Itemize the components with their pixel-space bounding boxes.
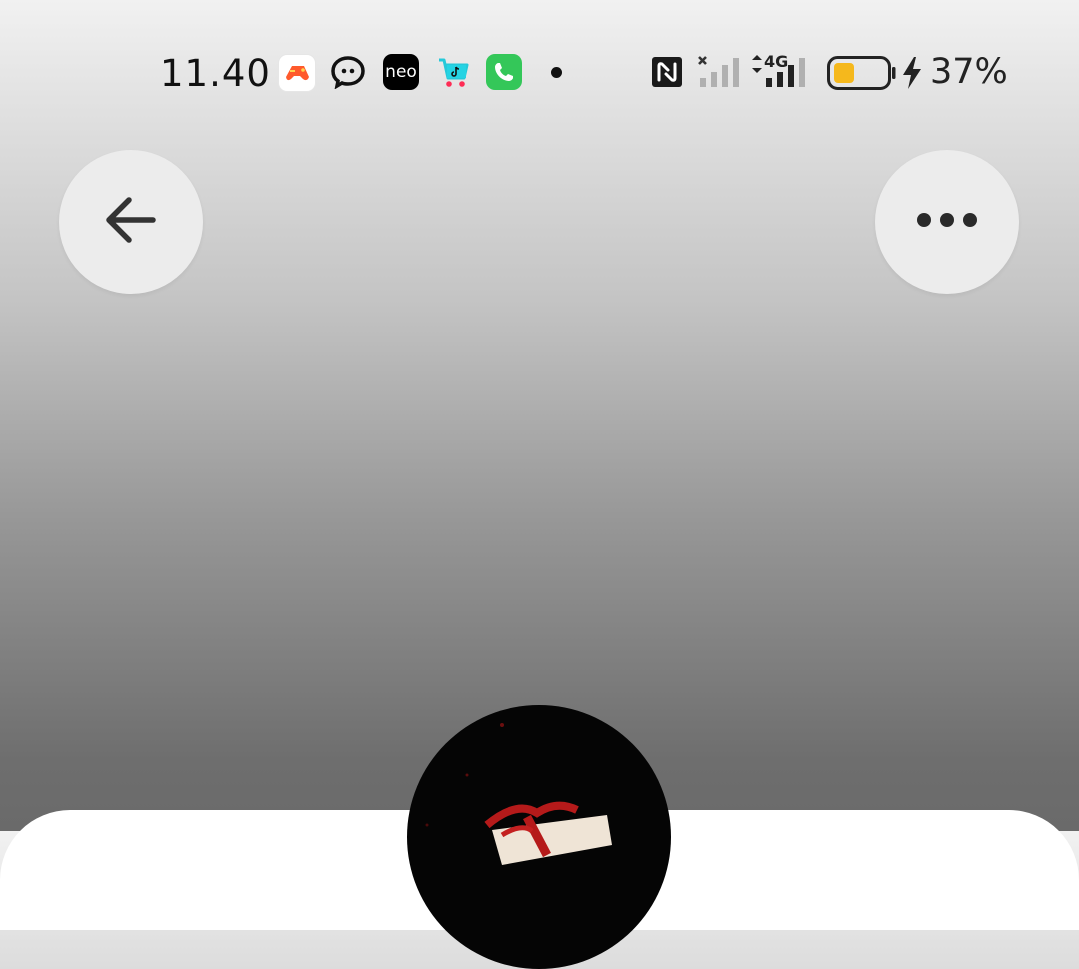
status-time: 11.40: [160, 52, 271, 95]
chat-app-icon: [330, 54, 366, 90]
tiktok-shop-app-icon: [435, 54, 471, 90]
no-signal-icon: [697, 54, 743, 92]
battery-icon: [827, 56, 897, 94]
more-options-button[interactable]: [875, 150, 1019, 294]
game-app-icon: [278, 54, 316, 92]
profile-avatar[interactable]: [407, 705, 671, 969]
gift-box-image: [425, 723, 612, 865]
nfc-icon: [651, 56, 683, 92]
battery-percentage: 37%: [930, 52, 1008, 92]
signal-4g-icon: 4G: [751, 52, 815, 88]
phone-app-icon: [486, 54, 522, 90]
neo-label: neo: [385, 62, 417, 82]
more-notifications-dot: [551, 67, 562, 78]
charging-bolt-icon: [901, 56, 923, 94]
arrow-left-icon: [103, 195, 159, 249]
more-dots-icon: [916, 212, 978, 232]
status-bar: 11.40 neo 4G 37%: [0, 0, 1079, 145]
neo-app-icon: neo: [383, 54, 419, 90]
back-button[interactable]: [59, 150, 203, 294]
